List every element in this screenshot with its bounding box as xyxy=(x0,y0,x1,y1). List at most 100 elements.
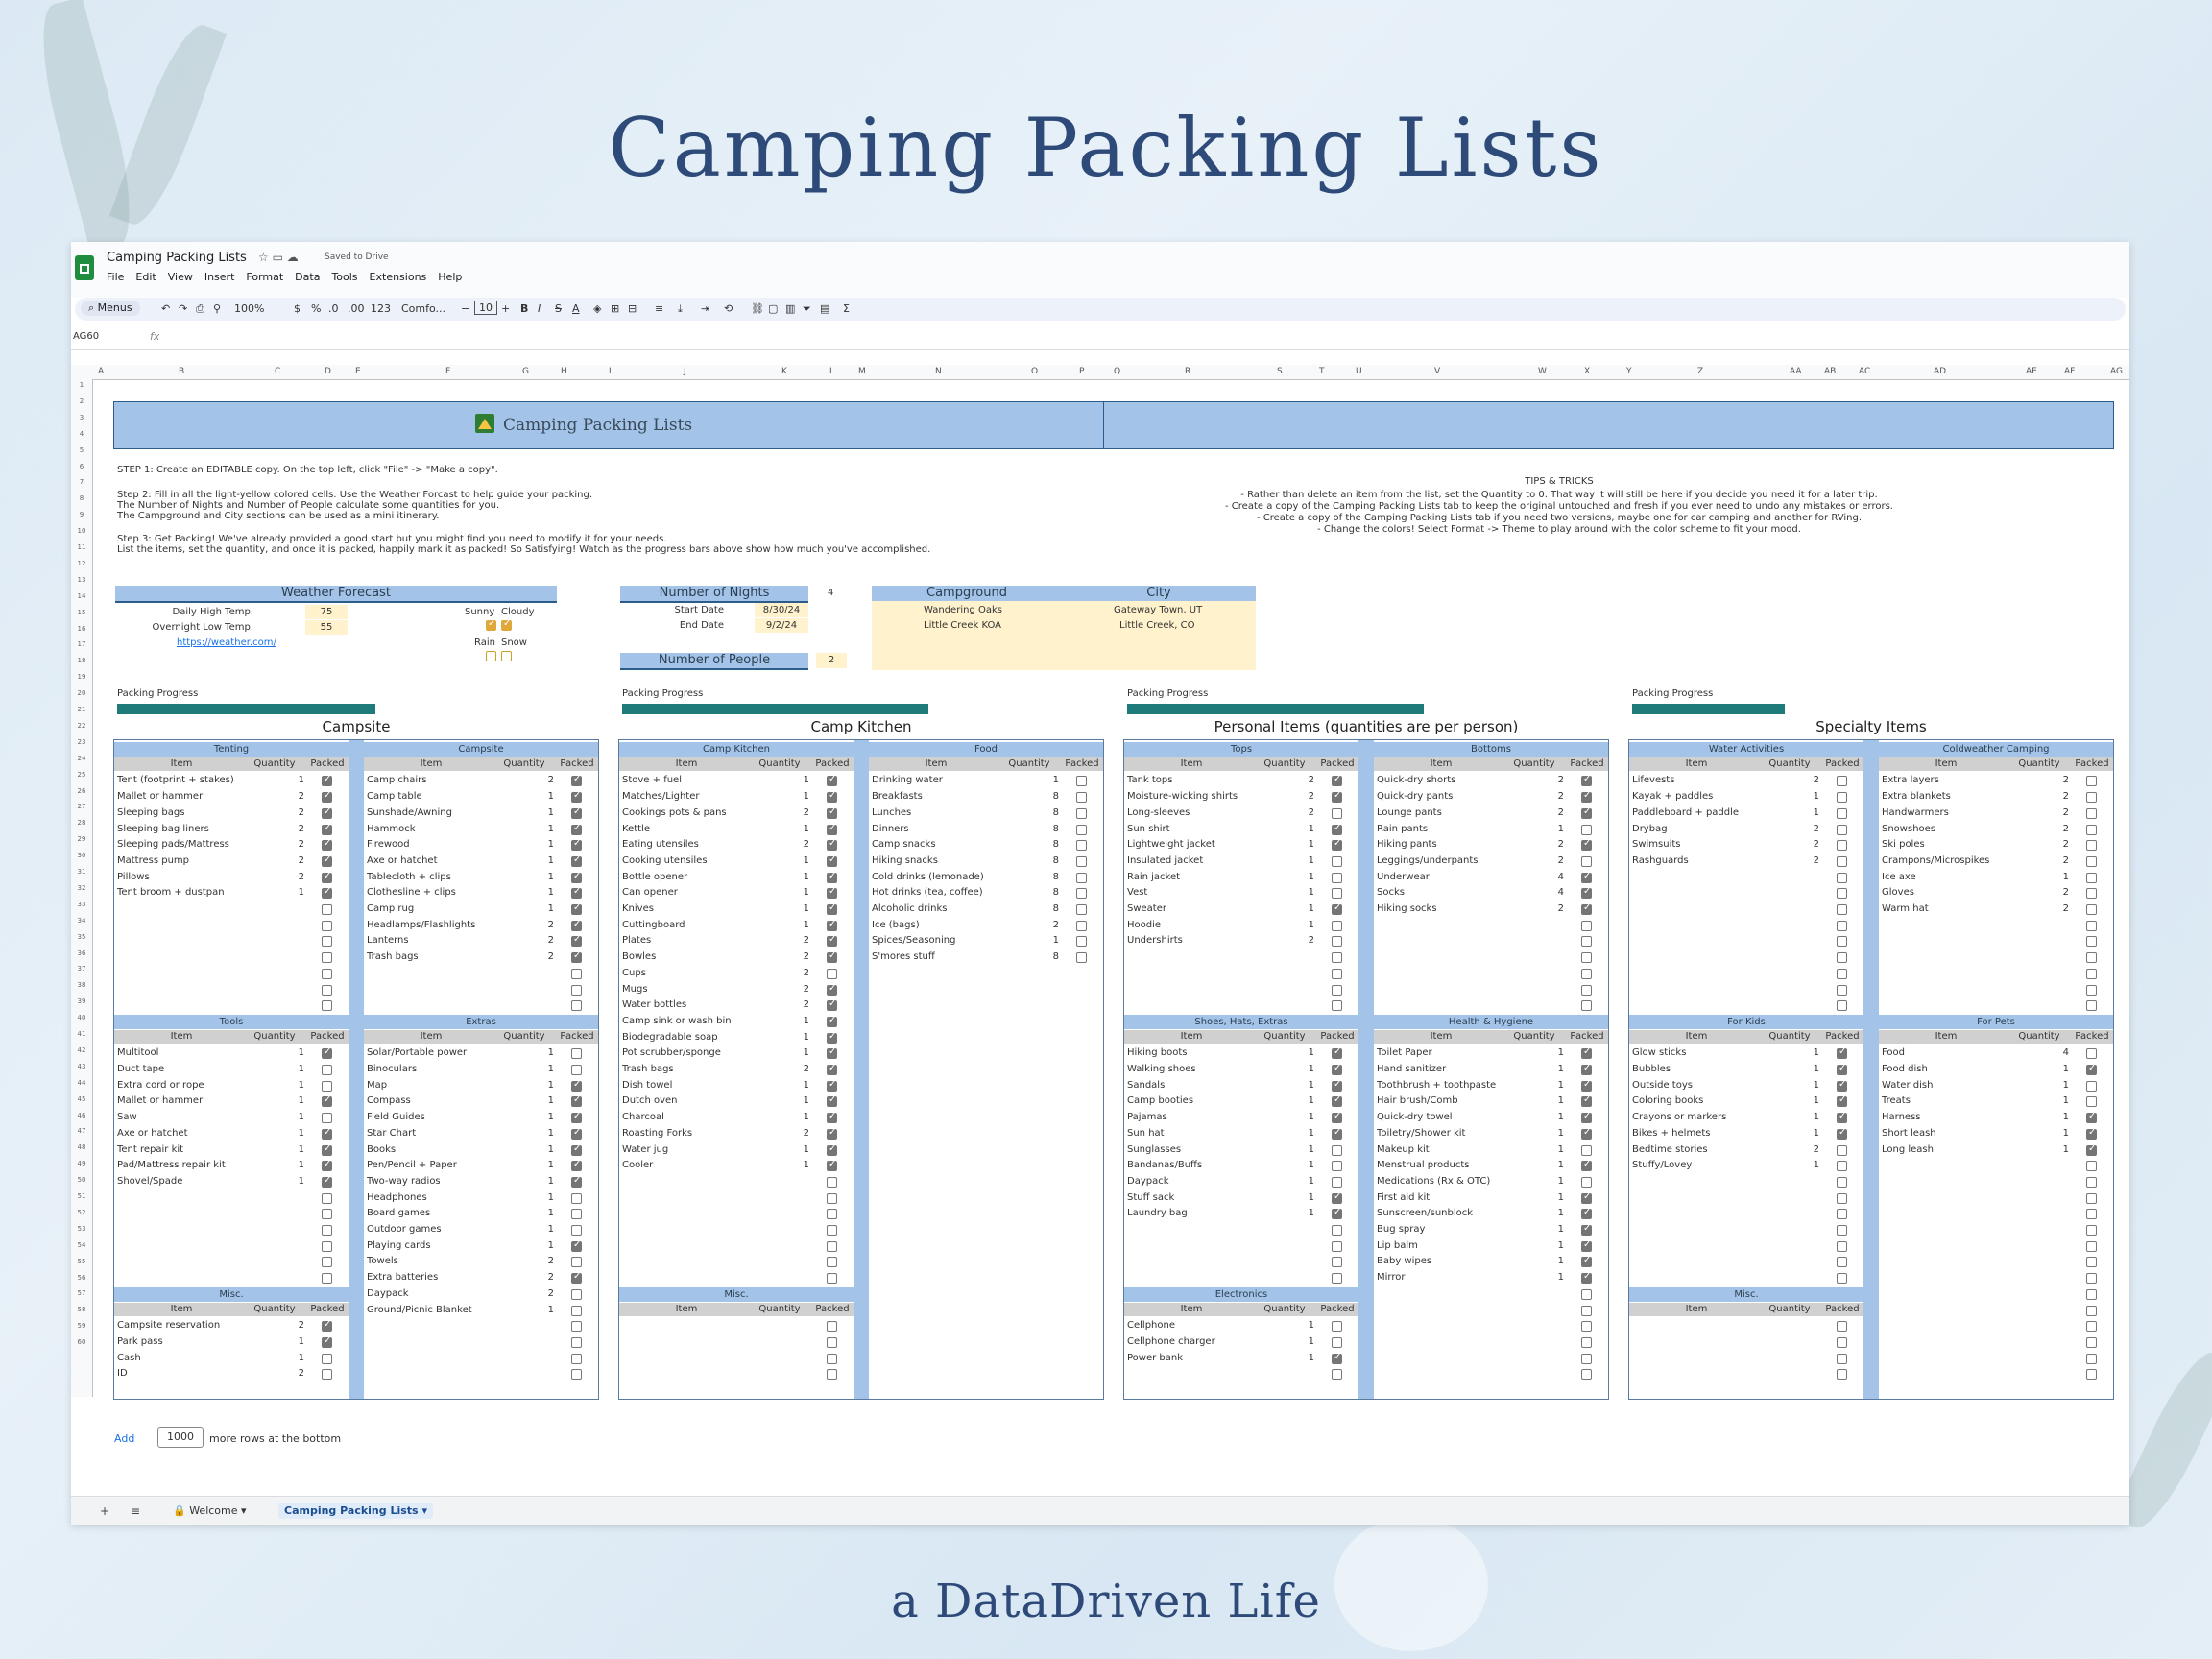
row-header[interactable]: 11 xyxy=(71,543,92,551)
packed-checkbox[interactable] xyxy=(1581,806,1592,819)
packed-checkbox[interactable] xyxy=(1837,984,1847,996)
packed-checkbox[interactable] xyxy=(1581,1046,1592,1060)
item-name[interactable]: Roasting Forks xyxy=(622,1128,766,1139)
item-quantity[interactable]: 2 xyxy=(2023,855,2069,866)
packed-checkbox[interactable] xyxy=(827,838,837,852)
item-name[interactable]: Ice axe xyxy=(1882,872,2026,882)
column-header[interactable]: T xyxy=(1319,367,1325,376)
item-name[interactable]: Lifevests xyxy=(1632,775,1776,785)
item-name[interactable]: Cellphone charger xyxy=(1127,1336,1271,1347)
item-quantity[interactable]: 1 xyxy=(1773,1047,1819,1058)
packed-checkbox[interactable] xyxy=(322,1159,332,1172)
fill-color-icon[interactable]: ◈ xyxy=(593,302,601,315)
packed-checkbox[interactable] xyxy=(322,968,332,979)
item-name[interactable]: Treats xyxy=(1882,1095,2026,1106)
item-quantity[interactable]: 1 xyxy=(1518,1272,1564,1283)
item-quantity[interactable]: 1 xyxy=(258,1336,304,1347)
high-temp-input[interactable]: 75 xyxy=(305,605,348,619)
row-header[interactable]: 27 xyxy=(71,803,92,810)
merge-icon[interactable]: ⊟ xyxy=(628,302,637,315)
row-header[interactable]: 12 xyxy=(71,560,92,567)
packed-checkbox[interactable] xyxy=(1837,1127,1847,1140)
item-name[interactable]: Matches/Lighter xyxy=(622,791,766,802)
packed-checkbox[interactable] xyxy=(2086,824,2097,835)
item-name[interactable]: Ground/Picnic Blanket xyxy=(367,1305,511,1315)
item-quantity[interactable]: 2 xyxy=(258,839,304,850)
item-name[interactable]: Water bottles xyxy=(622,999,766,1010)
packed-checkbox[interactable] xyxy=(1581,1305,1592,1316)
row-header[interactable]: 17 xyxy=(71,640,92,648)
item-quantity[interactable]: 1 xyxy=(1268,920,1314,930)
packed-checkbox[interactable] xyxy=(571,1321,582,1333)
row-header[interactable]: 3 xyxy=(71,414,92,421)
campground-1[interactable]: Wandering Oaks xyxy=(924,605,1002,615)
item-name[interactable]: Menstrual products xyxy=(1377,1160,1521,1170)
item-name[interactable]: Pad/Mattress repair kit xyxy=(117,1160,261,1170)
column-header[interactable]: Y xyxy=(1626,367,1632,376)
packed-checkbox[interactable] xyxy=(1837,1336,1847,1348)
item-quantity[interactable]: 1 xyxy=(508,1160,554,1170)
packed-checkbox[interactable] xyxy=(1581,1111,1592,1124)
valign-icon[interactable]: ⤓ xyxy=(678,302,683,316)
packed-checkbox[interactable] xyxy=(1332,807,1342,819)
item-quantity[interactable]: 1 xyxy=(1773,1080,1819,1091)
item-name[interactable]: Bandanas/Buffs xyxy=(1127,1160,1271,1170)
packed-checkbox[interactable] xyxy=(1581,774,1592,787)
item-quantity[interactable]: 2 xyxy=(258,824,304,834)
item-name[interactable]: Sunscreen/sunblock xyxy=(1377,1208,1521,1218)
star-folder-icons[interactable]: ☆ ▭ ☁ xyxy=(258,251,299,264)
item-quantity[interactable]: 1 xyxy=(2023,872,2069,882)
packed-checkbox[interactable] xyxy=(322,806,332,819)
packed-checkbox[interactable] xyxy=(1332,1094,1342,1108)
packed-checkbox[interactable] xyxy=(1581,920,1592,931)
item-quantity[interactable]: 1 xyxy=(508,1208,554,1218)
row-header[interactable]: 49 xyxy=(71,1160,92,1167)
item-quantity[interactable]: 1 xyxy=(763,1016,809,1026)
packed-checkbox[interactable] xyxy=(571,1111,582,1124)
column-header[interactable]: A xyxy=(98,367,104,376)
text-color-icon[interactable]: A xyxy=(572,302,580,315)
item-quantity[interactable]: 1 xyxy=(1268,903,1314,914)
packed-checkbox[interactable] xyxy=(827,823,837,835)
packed-checkbox[interactable] xyxy=(827,950,837,964)
font-size-increase[interactable]: + xyxy=(501,302,510,315)
packed-checkbox[interactable] xyxy=(322,854,332,867)
item-quantity[interactable]: 2 xyxy=(258,855,304,866)
item-name[interactable]: Harness xyxy=(1882,1112,2026,1122)
item-quantity[interactable]: 1 xyxy=(1773,1064,1819,1074)
item-name[interactable]: Duct tape xyxy=(117,1064,261,1074)
packed-checkbox[interactable] xyxy=(1581,968,1592,979)
packed-checkbox[interactable] xyxy=(1076,855,1087,867)
item-name[interactable]: Quick-dry shorts xyxy=(1377,775,1521,785)
item-quantity[interactable]: 1 xyxy=(258,1095,304,1106)
packed-checkbox[interactable] xyxy=(2086,1353,2097,1364)
people-input[interactable]: 2 xyxy=(816,653,847,668)
packed-checkbox[interactable] xyxy=(322,1113,332,1124)
item-name[interactable]: Camp sink or wash bin xyxy=(622,1016,766,1026)
item-name[interactable]: Bedtime stories xyxy=(1632,1144,1776,1155)
packed-checkbox[interactable] xyxy=(827,1336,837,1348)
item-name[interactable]: Field Guides xyxy=(367,1112,511,1122)
item-name[interactable]: Solar/Portable power xyxy=(367,1047,511,1058)
item-name[interactable]: Laundry bag xyxy=(1127,1208,1271,1218)
item-name[interactable]: Gloves xyxy=(1882,887,2026,898)
packed-checkbox[interactable] xyxy=(2086,1000,2097,1012)
row-header[interactable]: 1 xyxy=(71,381,92,389)
item-name[interactable]: Toiletry/Shower kit xyxy=(1377,1128,1521,1139)
packed-checkbox[interactable] xyxy=(1837,872,1847,883)
borders-icon[interactable]: ⊞ xyxy=(611,302,619,315)
number-format-button[interactable]: 123 xyxy=(371,302,391,315)
item-name[interactable]: Camp booties xyxy=(1127,1095,1271,1106)
packed-checkbox[interactable] xyxy=(322,871,332,883)
item-name[interactable]: Leggings/underpants xyxy=(1377,855,1521,866)
item-name[interactable]: Tank tops xyxy=(1127,775,1271,785)
row-header[interactable]: 42 xyxy=(71,1046,92,1054)
packed-checkbox[interactable] xyxy=(1332,952,1342,964)
packed-checkbox[interactable] xyxy=(827,902,837,915)
item-name[interactable]: Long leash xyxy=(1882,1144,2026,1155)
item-quantity[interactable]: 2 xyxy=(508,935,554,946)
packed-checkbox[interactable] xyxy=(571,968,582,979)
item-quantity[interactable]: 8 xyxy=(1013,887,1059,898)
row-header[interactable]: 20 xyxy=(71,689,92,697)
filter-views-icon[interactable]: ▤ xyxy=(820,302,830,315)
